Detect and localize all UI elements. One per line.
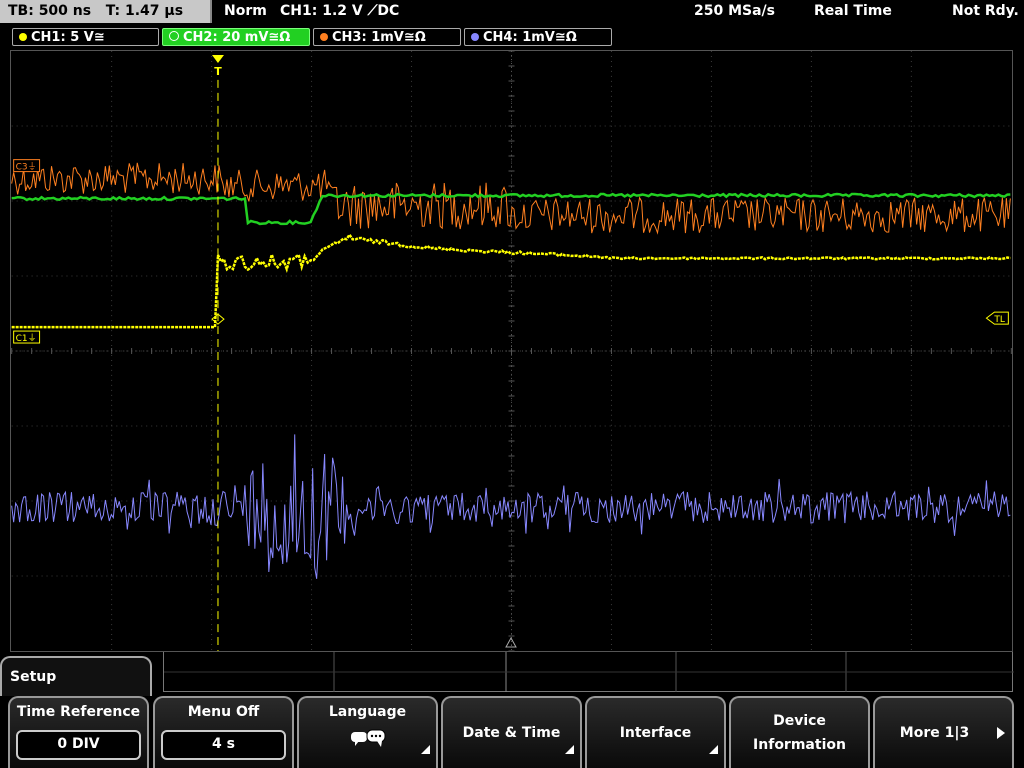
speech-bubbles-icon — [351, 729, 386, 747]
menu-title-tab: Setup — [0, 656, 152, 696]
channel-tab-ch3[interactable]: CH3: 1mV≅Ω — [313, 28, 461, 46]
softkey-language[interactable]: Language — [297, 696, 438, 768]
waveform-display[interactable]: T C3⏚ C1⏚ TL — [10, 50, 1013, 652]
channel-tab-ch1[interactable]: CH1: 5 V≅ — [12, 28, 159, 46]
time-reference-label: Time Reference — [16, 704, 141, 720]
interface-label: Interface — [619, 725, 692, 741]
ch2-color-dot — [169, 31, 179, 41]
softkey-menu-off[interactable]: Menu Off 4 s — [153, 696, 294, 768]
menu-title: Setup — [10, 669, 57, 685]
softkey-device-information[interactable]: Device Information — [729, 696, 870, 768]
date-time-label: Date & Time — [462, 725, 561, 741]
ch3-ground-label: C3⏚ — [16, 162, 37, 173]
softkey-interface[interactable]: Interface — [585, 696, 726, 768]
ch3-ground-marker[interactable]: C3⏚ — [13, 159, 41, 173]
language-label: Language — [328, 704, 407, 720]
trigger-position-label: T — [214, 65, 222, 78]
ch3-label: CH3: 1mV≅Ω — [332, 30, 426, 45]
menu-off-label: Menu Off — [187, 704, 260, 720]
play-arrow-icon — [997, 727, 1005, 739]
channel-tab-ch2[interactable]: CH2: 20 mV≅Ω — [162, 28, 310, 46]
channel-tab-ch4[interactable]: CH4: 1mV≅Ω — [464, 28, 612, 46]
ch1-ground-marker[interactable]: C1⏚ — [13, 330, 41, 344]
trigger-time-value: T: 1.47 µs — [105, 3, 184, 19]
acquisition-mode: Real Time — [814, 3, 892, 19]
sample-rate: 250 MSa/s — [694, 3, 776, 19]
graticule — [11, 51, 1012, 651]
ch1-ground-label: C1⏚ — [16, 333, 37, 344]
trigger-position-marker[interactable]: T — [211, 54, 224, 78]
trigger-info: CH1: 1.2 V ⟋DC — [280, 3, 400, 19]
trigger-level-marker[interactable]: TL — [985, 311, 1009, 325]
submenu-indicator-icon — [709, 745, 718, 754]
submenu-indicator-icon — [421, 745, 430, 754]
softkey-time-reference[interactable]: Time Reference 0 DIV — [8, 696, 149, 768]
status-bar: TB: 500 ns T: 1.47 µs Norm CH1: 1.2 V ⟋D… — [0, 0, 1024, 24]
submenu-indicator-icon — [565, 745, 574, 754]
ch1-color-dot — [19, 33, 27, 41]
ch3-color-dot — [320, 33, 328, 41]
timebase-value: TB: 500 ns — [8, 3, 92, 19]
more-label: More 1|3 — [899, 725, 970, 741]
menu-off-value: 4 s — [161, 730, 286, 760]
acquisition-state: Not Rdy. — [952, 3, 1019, 19]
ch2-label: CH2: 20 mV≅Ω — [183, 30, 291, 45]
message-area-grid — [164, 652, 1014, 692]
softkey-date-time[interactable]: Date & Time — [441, 696, 582, 768]
message-area — [163, 652, 1014, 692]
time-reference-value: 0 DIV — [16, 730, 141, 760]
device-information-label-line1: Device — [773, 713, 826, 729]
ch4-label: CH4: 1mV≅Ω — [483, 30, 577, 45]
device-information-label-line2: Information — [753, 737, 846, 753]
trigger-mode: Norm — [224, 3, 267, 19]
timebase-box[interactable]: TB: 500 ns T: 1.47 µs — [0, 0, 212, 23]
ch1-label: CH1: 5 V≅ — [31, 30, 105, 45]
ch4-color-dot — [471, 33, 479, 41]
softkey-more[interactable]: More 1|3 — [873, 696, 1014, 768]
trigger-level-label: TL — [993, 315, 1004, 325]
